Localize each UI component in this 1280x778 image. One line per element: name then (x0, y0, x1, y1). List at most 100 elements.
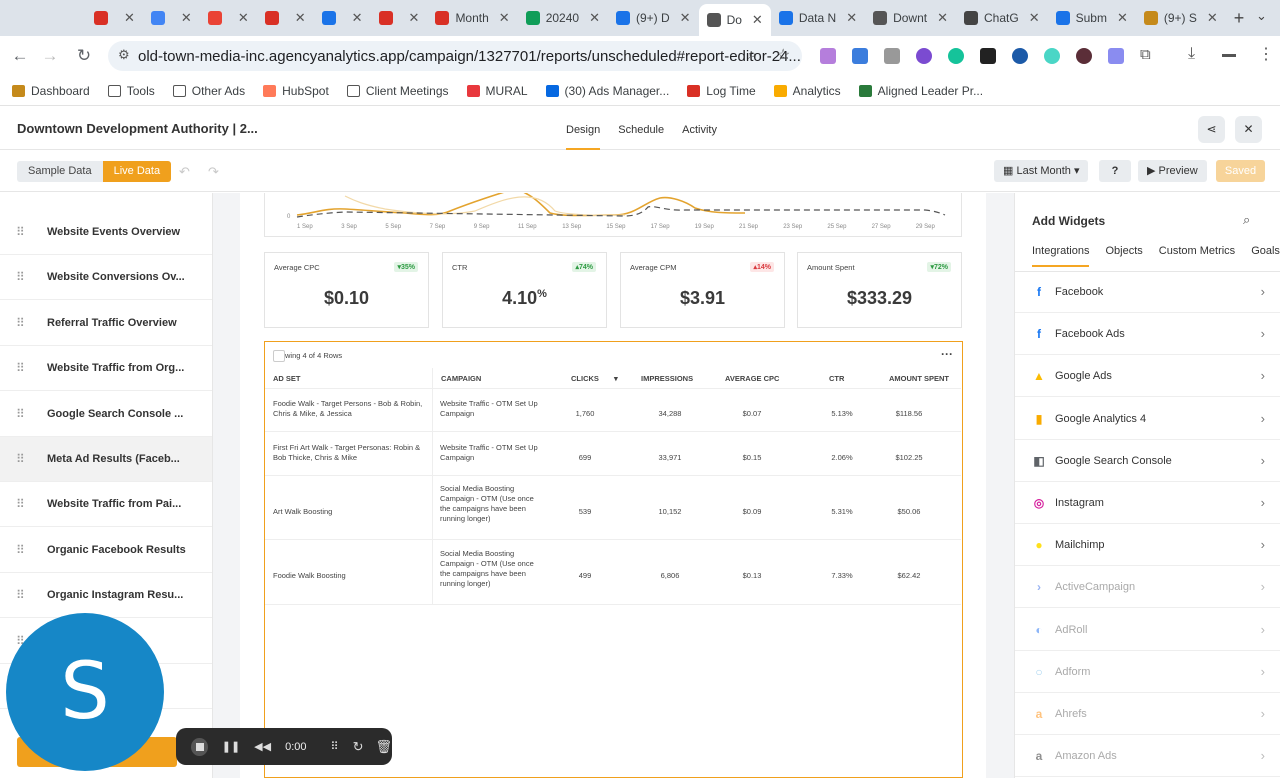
bookmark-item[interactable]: (30) Ads Manager... (545, 84, 669, 98)
help-button[interactable]: ? (1099, 160, 1131, 182)
undo-icon[interactable]: ↶ (179, 164, 190, 180)
tab-close-icon[interactable]: ✕ (499, 10, 510, 26)
browser-tab[interactable]: ✕ (86, 4, 143, 32)
tab-activity[interactable]: Activity (682, 107, 717, 150)
browser-tab[interactable]: Subm ✕ (1048, 4, 1136, 32)
tab-objects[interactable]: Objects (1105, 245, 1142, 267)
drag-handle-icon[interactable]: ⠿ (331, 740, 339, 753)
column-header[interactable]: AVERAGE CPC (725, 374, 779, 383)
column-header[interactable]: CLICKS (571, 374, 599, 383)
extension-icon[interactable] (820, 48, 836, 64)
camera-extension-icon[interactable] (884, 48, 900, 64)
line-chart-widget[interactable]: 0 1 Sep 3 Sep 5 Sep 7 Sep 9 Sep 11 Sep 13 Sep 1… (264, 193, 962, 237)
tab-close-icon[interactable]: ✕ (680, 10, 691, 26)
close-button[interactable]: ✕ (1235, 116, 1262, 143)
share-button[interactable]: ⋖ (1198, 116, 1225, 143)
bookmark-item[interactable]: MURAL (466, 84, 528, 98)
column-header[interactable]: CTR (829, 374, 844, 383)
extension-icon[interactable] (1076, 48, 1092, 64)
browser-tab[interactable]: Month ✕ (427, 4, 517, 32)
sidebar-section-item[interactable]: ⠿ Website Events Overview (0, 210, 212, 255)
tab-close-icon[interactable]: ✕ (181, 10, 192, 26)
browser-tab[interactable]: (9+) S ✕ (1136, 4, 1226, 32)
drag-grip-icon[interactable]: ⠿ (16, 408, 25, 420)
drag-grip-icon[interactable]: ⠿ (16, 362, 25, 374)
integration-item[interactable]: ○ Adform › (1015, 651, 1280, 693)
bookmark-item[interactable]: HubSpot (263, 84, 329, 98)
reload-icon[interactable]: ↻ (70, 46, 98, 66)
bookmark-item[interactable]: Dashboard (12, 84, 90, 98)
browser-tab[interactable]: Do ✕ (698, 4, 771, 36)
drag-grip-icon[interactable]: ⠿ (16, 317, 25, 329)
tab-close-icon[interactable]: ✕ (1207, 10, 1218, 26)
forward-icon[interactable]: → (36, 46, 64, 66)
tab-close-icon[interactable]: ✕ (1117, 10, 1128, 26)
column-header[interactable]: IMPRESSIONS (641, 374, 693, 383)
column-header[interactable]: AMOUNT SPENT (889, 374, 949, 383)
tab-integrations[interactable]: Integrations (1032, 245, 1090, 267)
rewind-icon[interactable]: ◀◀ (254, 740, 271, 753)
bookmark-item[interactable]: Tools (107, 84, 155, 98)
tab-goals[interactable]: Goals (1251, 245, 1280, 267)
integration-item[interactable]: ● Mailchimp › (1015, 524, 1280, 567)
widget-menu-icon[interactable]: ··· (941, 347, 953, 361)
integration-item[interactable]: ▮ Google Analytics 4 › (1015, 398, 1280, 440)
integration-item[interactable]: f Facebook › (1015, 271, 1280, 313)
drag-grip-icon[interactable]: ⠿ (16, 498, 25, 510)
site-info-icon[interactable]: ⚙ (118, 47, 130, 63)
browser-tab[interactable]: ✕ (257, 4, 314, 32)
tab-design[interactable]: Design (566, 107, 601, 150)
url-field[interactable]: ⚙ old-town-media-inc.agencyanalytics.app… (108, 41, 802, 71)
browser-tab[interactable]: ✕ (143, 4, 200, 32)
drag-grip-icon[interactable]: ⠿ (16, 544, 25, 556)
preview-button[interactable]: ▶ Preview (1138, 160, 1207, 182)
profile-icon[interactable] (1222, 54, 1236, 57)
sidebar-section-item[interactable]: ⠿ Meta Ad Results (Faceb... (0, 437, 212, 482)
menu-kebab-icon[interactable]: ⋮ (1258, 44, 1274, 64)
sidebar-section-item[interactable]: ⠿ Website Conversions Ov... (0, 255, 212, 301)
drag-grip-icon[interactable]: ⠿ (16, 453, 25, 465)
bookmark-item[interactable]: Client Meetings (346, 84, 449, 98)
column-header[interactable]: AD SET (273, 374, 301, 383)
tab-close-icon[interactable]: ✕ (589, 10, 600, 26)
tab-close-icon[interactable]: ✕ (937, 10, 948, 26)
search-icon[interactable]: ⌕ (1243, 212, 1250, 228)
bookmark-item[interactable]: Aligned Leader Pr... (858, 84, 983, 98)
redo-icon[interactable]: ↷ (208, 164, 219, 180)
new-tab-icon[interactable]: + (1234, 8, 1245, 29)
eyedropper-icon[interactable] (980, 48, 996, 64)
drag-grip-icon[interactable]: ⠿ (16, 271, 25, 283)
sample-data-button[interactable]: Sample Data (17, 161, 103, 182)
bookmark-star-icon[interactable]: ☆ (776, 45, 790, 65)
tab-close-icon[interactable]: ✕ (295, 10, 306, 26)
browser-tab[interactable]: Downt ✕ (865, 4, 956, 32)
sidebar-section-item[interactable]: ⠿ Referral Traffic Overview (0, 301, 212, 346)
extension-icon[interactable] (1044, 48, 1060, 64)
integration-item[interactable]: a Amazon Ads › (1015, 735, 1280, 778)
kpi-card[interactable]: Average CPC ▾35% $0.10 (264, 252, 429, 328)
zoom-icon[interactable]: ⌕ (748, 46, 756, 63)
drag-grip-icon[interactable]: ⠿ (16, 589, 25, 601)
browser-tab[interactable]: ✕ (200, 4, 257, 32)
browser-tab[interactable]: ChatG ✕ (956, 4, 1048, 32)
extensions-puzzle-icon[interactable]: ⧉ (1140, 46, 1151, 63)
sidebar-section-item[interactable]: ⠿ Website Traffic from Pai... (0, 482, 212, 528)
tab-close-icon[interactable]: ✕ (352, 10, 363, 26)
browser-tab[interactable]: 20240 ✕ (518, 4, 608, 32)
extension-icon[interactable] (916, 48, 932, 64)
stop-record-button[interactable] (191, 737, 208, 756)
download-icon[interactable]: ⤓ (1188, 45, 1195, 63)
tab-close-icon[interactable]: ✕ (752, 12, 763, 28)
tab-schedule[interactable]: Schedule (618, 107, 664, 150)
integration-item[interactable]: ◎ Instagram › (1015, 482, 1280, 524)
integration-item[interactable]: a Ahrefs › (1015, 693, 1280, 735)
integration-item[interactable]: ◐ AdRoll › (1015, 609, 1280, 651)
trash-icon[interactable]: 🗑 (375, 739, 392, 755)
tab-search-icon[interactable]: ⌄ (1256, 8, 1267, 24)
kpi-card[interactable]: Amount Spent ▾72% $333.29 (797, 252, 962, 328)
ad-set-table-widget[interactable]: wing 4 of 4 Rows ··· AD SET CAMPAIGN CLICK… (264, 341, 963, 778)
browser-tab[interactable]: ✕ (314, 4, 371, 32)
browser-tab[interactable]: ✕ (371, 4, 428, 32)
select-widget-checkbox[interactable] (273, 350, 285, 362)
kpi-card[interactable]: Average CPM ▴14% $3.91 (620, 252, 785, 328)
